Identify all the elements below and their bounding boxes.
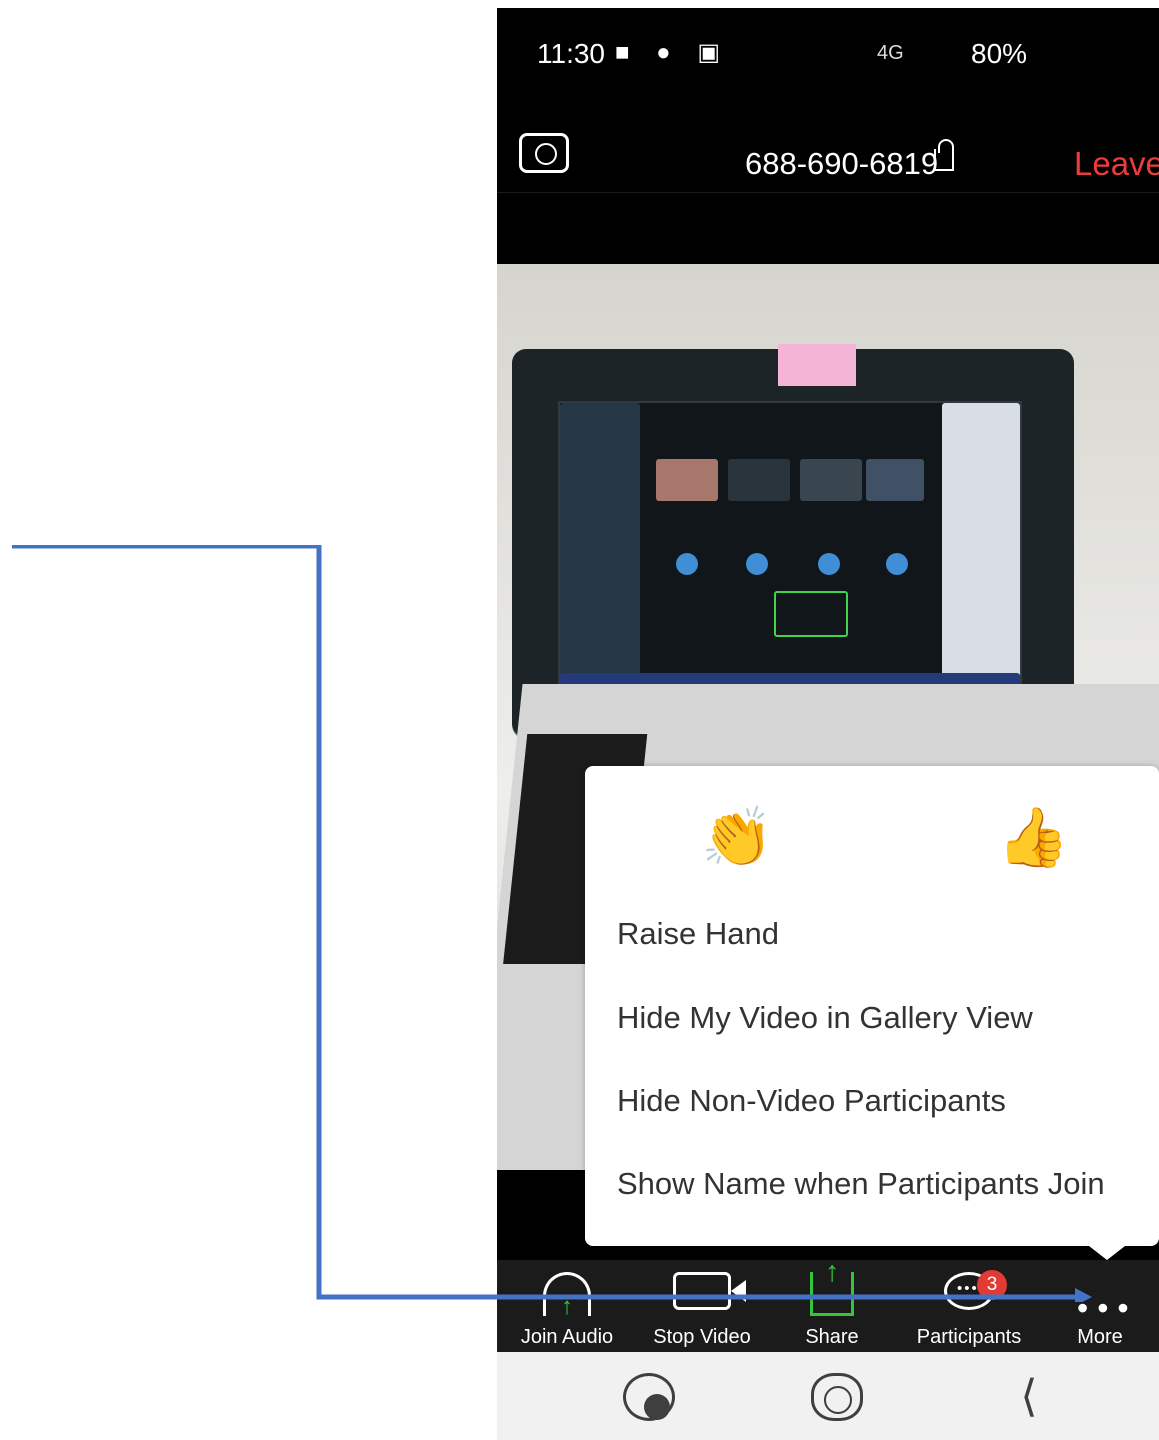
hide-non-video-participants-menu-item[interactable]: Hide Non-Video Participants xyxy=(617,1083,1006,1119)
hide-my-video-menu-item[interactable]: Hide My Video in Gallery View xyxy=(617,1000,1033,1036)
headphone-icon xyxy=(543,1272,591,1321)
back-icon[interactable]: ⟨ xyxy=(1003,1373,1055,1421)
sticky-note-image xyxy=(778,344,856,386)
clap-reaction-icon[interactable]: 👏 xyxy=(701,808,773,868)
video-call-screen-image xyxy=(560,403,1020,706)
lock-icon xyxy=(934,139,954,171)
leave-button[interactable]: Leave xyxy=(1074,145,1159,183)
show-name-when-participants-join-menu-item[interactable]: Show Name when Participants Join xyxy=(617,1166,1105,1202)
camera-icon xyxy=(673,1272,746,1310)
stop-video-button[interactable]: Stop Video xyxy=(637,1260,767,1352)
status-notification-icons: ■ ● ▣ xyxy=(615,39,731,66)
share-label: Share xyxy=(805,1326,859,1348)
more-button[interactable]: ••• More xyxy=(1041,1260,1159,1352)
meeting-top-bar: 688-690-6819 Leave xyxy=(497,100,1159,193)
share-button[interactable]: Share xyxy=(767,1256,897,1352)
meeting-id: 688-690-6819 xyxy=(745,146,939,181)
phone-screen: 11:30 ■ ● ▣ 4G 80% 688-690-6819 Leave 👏 … xyxy=(497,8,1159,1440)
thumbs-up-reaction-icon[interactable]: 👍 xyxy=(997,808,1069,868)
participants-button[interactable]: 3 Participants xyxy=(897,1260,1041,1352)
status-bar: 11:30 ■ ● ▣ 4G 80% xyxy=(497,8,1159,100)
join-audio-button[interactable]: Join Audio xyxy=(497,1260,637,1352)
share-icon xyxy=(810,1256,854,1316)
more-menu-popup: 👏 👍 Raise Hand Hide My Video in Gallery … xyxy=(585,766,1159,1246)
laptop-screen-image xyxy=(558,401,1022,708)
popup-pointer xyxy=(1089,1246,1125,1260)
participants-count-badge: 3 xyxy=(977,1270,1007,1300)
stop-video-label: Stop Video xyxy=(653,1326,751,1348)
status-time: 11:30 xyxy=(537,38,605,69)
home-icon[interactable] xyxy=(811,1373,863,1421)
recent-apps-icon[interactable] xyxy=(623,1373,675,1421)
more-label: More xyxy=(1077,1326,1123,1348)
signal-icon: 4G xyxy=(877,42,904,64)
laptop-image xyxy=(512,344,1074,737)
join-audio-label: Join Audio xyxy=(520,1326,614,1348)
more-dots-icon: ••• xyxy=(1077,1290,1138,1326)
raise-hand-menu-item[interactable]: Raise Hand xyxy=(617,916,779,952)
participants-label: Participants xyxy=(916,1326,1022,1348)
battery-level: 80% xyxy=(971,38,1028,69)
android-navigation-bar: ⟨ xyxy=(497,1352,1159,1440)
meeting-toolbar: Join Audio Stop Video Share 3 Participan… xyxy=(497,1256,1159,1352)
switch-camera-icon[interactable] xyxy=(519,133,569,173)
